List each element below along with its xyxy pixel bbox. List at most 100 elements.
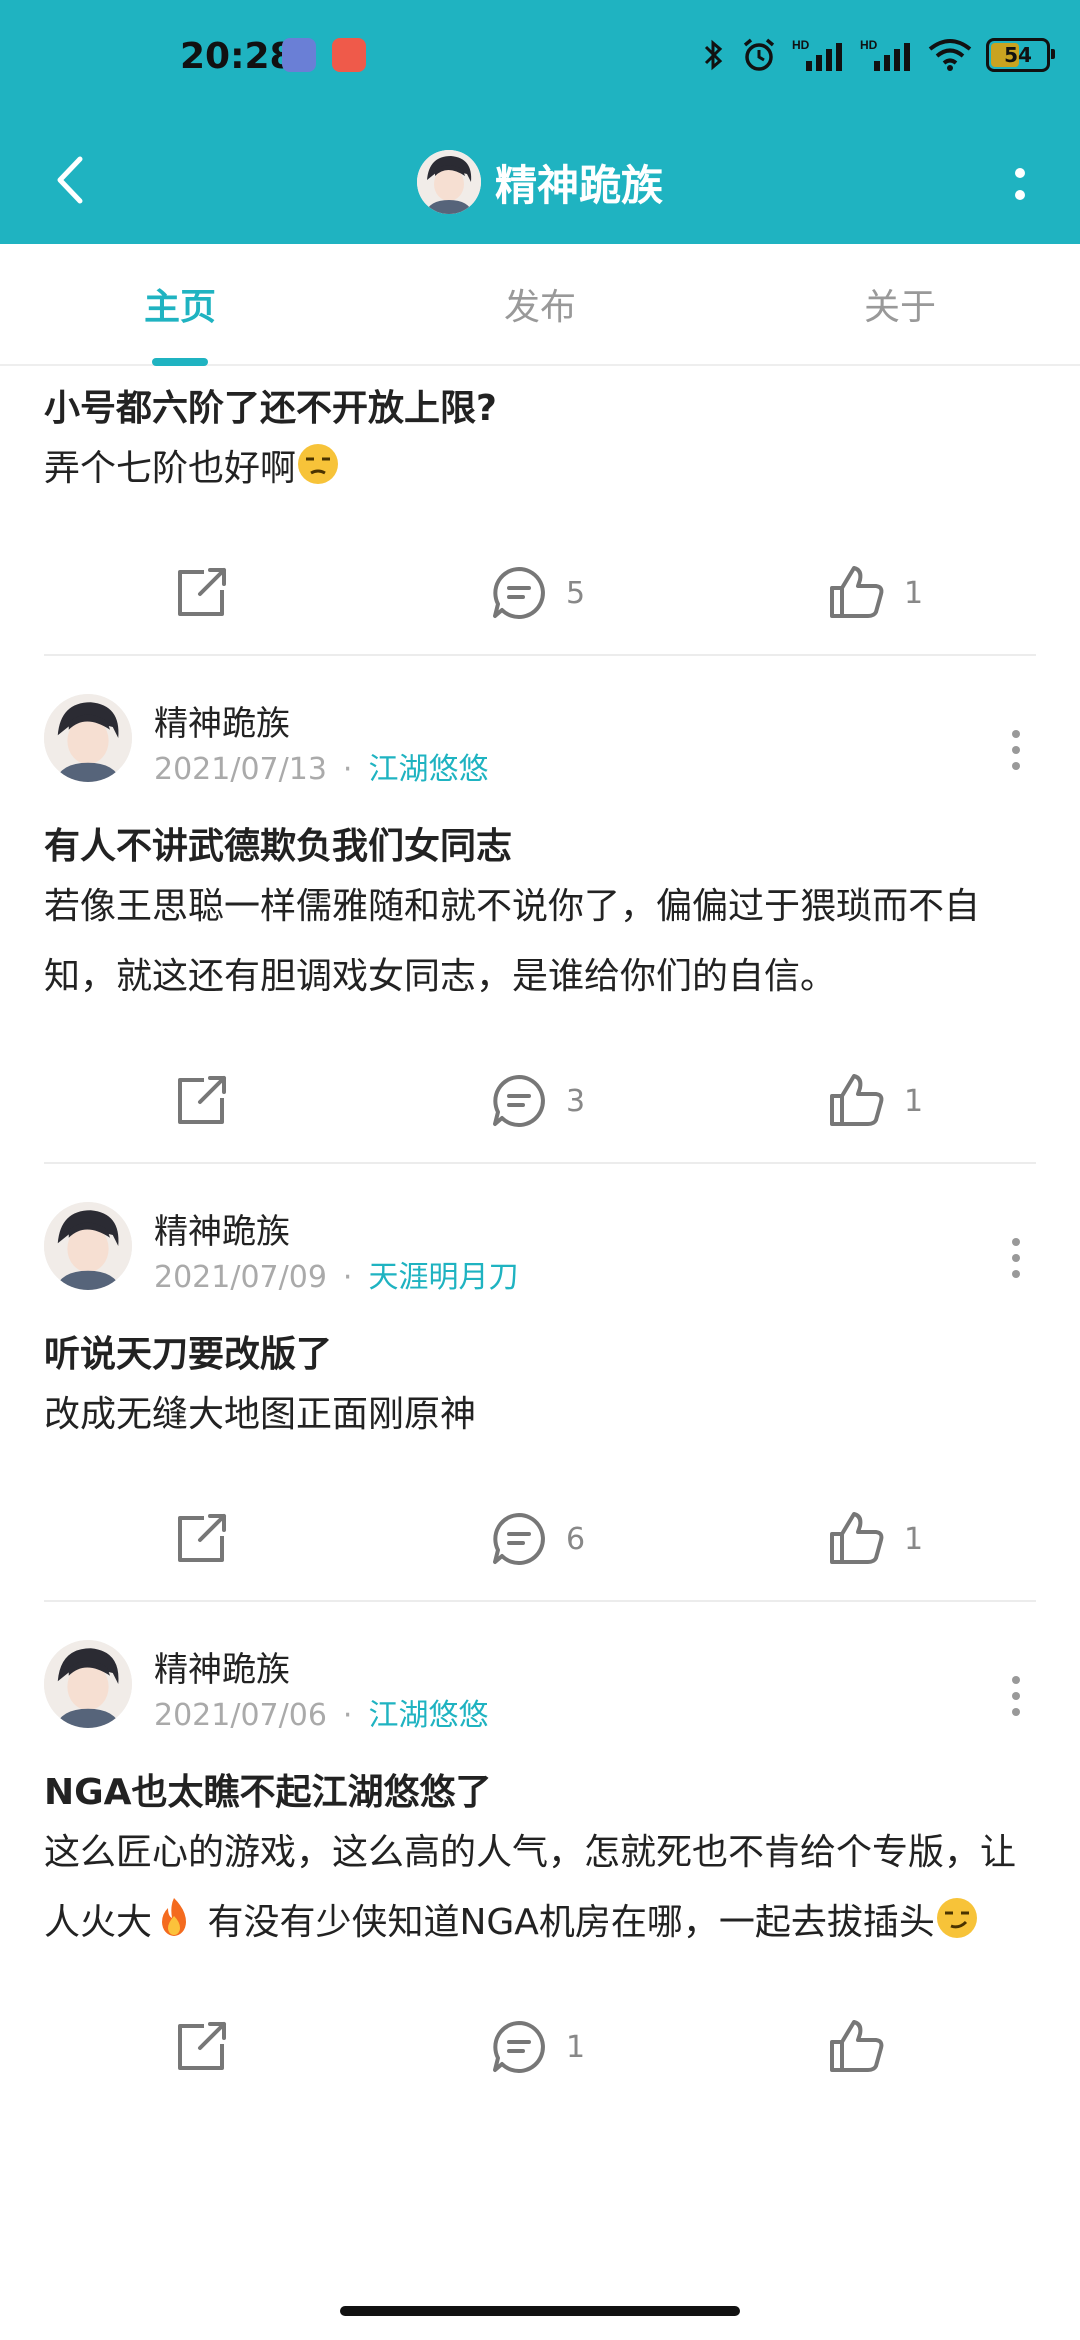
post-date: 2021/07/13 [154, 752, 327, 787]
battery-level: 54 [1004, 43, 1032, 67]
fire-emoji [162, 1898, 187, 1936]
app-notification-icon [332, 38, 366, 72]
divider [44, 1600, 1036, 1602]
forum-link[interactable]: 天涯明月刀 [368, 1260, 518, 1295]
post-body: 若像王思聪一样儒雅随和就不说你了，偏偏过于猥琐而不自知，就这还有胆调戏女同志，是… [44, 886, 981, 997]
navigation-bar: 精神跪族 [0, 120, 1080, 244]
post-actions: 1 [44, 1988, 1036, 2108]
tab-bar: 主页 发布 关于 [0, 244, 1080, 366]
separator-dot: · [342, 752, 353, 787]
post-meta: 精神跪族 2021/07/09 · 天涯明月刀 [44, 1202, 1036, 1312]
author-name[interactable]: 精神跪族 [154, 696, 290, 745]
comment-button[interactable]: 1 [490, 2018, 585, 2076]
like-button[interactable]: 1 [828, 1072, 923, 1130]
tab-publish[interactable]: 发布 [360, 244, 720, 364]
divider [44, 1162, 1036, 1164]
separator-dot: · [342, 1260, 353, 1295]
comment-icon [493, 1513, 545, 1565]
share-button[interactable] [174, 1510, 230, 1566]
divider [44, 654, 1036, 656]
author-name[interactable]: 精神跪族 [154, 1642, 290, 1691]
like-count: 1 [904, 1083, 924, 1119]
author-avatar[interactable] [44, 694, 132, 782]
post-title: NGA也太瞧不起江湖悠悠了 [44, 1772, 492, 1813]
active-tab-indicator [152, 358, 208, 366]
comment-button[interactable]: 5 [490, 564, 585, 622]
status-time: 20:28 [180, 36, 295, 77]
tab-home[interactable]: 主页 [0, 244, 360, 366]
comment-count: 6 [566, 1521, 586, 1557]
more-options-button[interactable] [990, 144, 1050, 224]
profile-avatar[interactable] [416, 150, 481, 214]
comment-icon [493, 1075, 545, 1127]
svg-text:HD: HD [860, 38, 878, 52]
share-button[interactable] [174, 1072, 230, 1128]
status-icons: HD HD 54 [702, 36, 1055, 74]
post-date-row: 2021/07/09 · 天涯明月刀 [154, 1252, 518, 1296]
author-name[interactable]: 精神跪族 [154, 1204, 290, 1253]
like-count: 1 [904, 575, 924, 611]
smirking-face-emoji [936, 1898, 977, 1938]
bluetooth-icon [704, 39, 723, 71]
status-bar: 20:28 HD HD 54 [0, 0, 1080, 120]
app-header: 20:28 HD HD 54 精神跪族 [0, 0, 1080, 244]
post-feed: 小号都六阶了还不开放上限? 弄个七阶也好啊 5 1 精神跪族 2021/07/1… [0, 366, 1080, 2108]
forum-link[interactable]: 江湖悠悠 [368, 752, 488, 787]
thumbs-up-icon [830, 1512, 884, 1564]
post-more-button[interactable] [996, 1228, 1036, 1288]
post-date-row: 2021/07/06 · 江湖悠悠 [154, 1690, 488, 1734]
post-date: 2021/07/09 [154, 1260, 327, 1295]
comment-count: 1 [566, 2029, 586, 2065]
post-card[interactable]: 精神跪族 2021/07/09 · 天涯明月刀 听说天刀要改版了 改成无缝大地图正面… [0, 1202, 1080, 1602]
thumbs-up-icon [830, 1074, 884, 1126]
post-title: 有人不讲武德欺负我们女同志 [44, 826, 513, 867]
separator-dot: · [342, 1698, 353, 1733]
svg-text:HD: HD [792, 38, 810, 52]
post-body: 改成无缝大地图正面刚原神 [44, 1394, 477, 1435]
tab-about[interactable]: 关于 [720, 244, 1080, 364]
home-indicator[interactable] [340, 2306, 740, 2316]
post-actions: 6 1 [44, 1480, 1036, 1600]
like-button[interactable] [828, 2018, 904, 2076]
profile-title: 精神跪族 [0, 132, 1080, 232]
post-title: 小号都六阶了还不开放上限? [44, 388, 497, 429]
author-avatar[interactable] [44, 1640, 132, 1728]
post-meta: 精神跪族 2021/07/13 · 江湖悠悠 [44, 694, 1036, 804]
comment-count: 3 [566, 1083, 586, 1119]
post-actions: 3 1 [44, 1042, 1036, 1162]
more-vertical-icon [1012, 1676, 1020, 1684]
wifi-icon [928, 39, 972, 71]
like-count: 1 [904, 1521, 924, 1557]
signal-icon: HD [792, 38, 842, 71]
comment-icon [493, 2021, 545, 2073]
alarm-icon [743, 38, 775, 71]
share-button[interactable] [174, 2018, 230, 2074]
thumbs-up-icon [830, 566, 884, 618]
signal-icon: HD [860, 38, 910, 71]
post-actions: 5 1 [44, 534, 1036, 654]
more-vertical-icon [1015, 168, 1025, 178]
share-icon [178, 2022, 226, 2070]
comment-button[interactable]: 6 [490, 1510, 585, 1568]
like-button[interactable]: 1 [828, 1510, 923, 1568]
more-vertical-icon [1012, 1238, 1020, 1246]
post-date: 2021/07/06 [154, 1698, 327, 1733]
post-card[interactable]: 精神跪族 2021/07/13 · 江湖悠悠 有人不讲武德欺负我们女同志 若像王思聪… [0, 694, 1080, 1164]
comment-button[interactable]: 3 [490, 1072, 585, 1130]
author-avatar[interactable] [44, 1202, 132, 1290]
post-card[interactable]: 精神跪族 2021/07/06 · 江湖悠悠 NGA也太瞧不起江湖悠悠了 这么匠心的… [0, 1640, 1080, 2108]
battery-icon: 54 [986, 38, 1055, 72]
comment-count: 5 [566, 575, 586, 611]
share-icon [178, 1514, 226, 1562]
page-title: 精神跪族 [494, 160, 663, 210]
forum-link[interactable]: 江湖悠悠 [368, 1698, 488, 1733]
unamused-face-emoji [298, 444, 339, 484]
share-button[interactable] [174, 564, 230, 620]
like-button[interactable]: 1 [828, 564, 923, 622]
post-meta: 精神跪族 2021/07/06 · 江湖悠悠 [44, 1640, 1036, 1750]
thumbs-up-icon [830, 2020, 884, 2072]
post-card[interactable]: 小号都六阶了还不开放上限? 弄个七阶也好啊 5 1 [0, 384, 1080, 656]
app-notification-icon [282, 38, 316, 72]
post-more-button[interactable] [996, 1666, 1036, 1726]
post-more-button[interactable] [996, 720, 1036, 780]
